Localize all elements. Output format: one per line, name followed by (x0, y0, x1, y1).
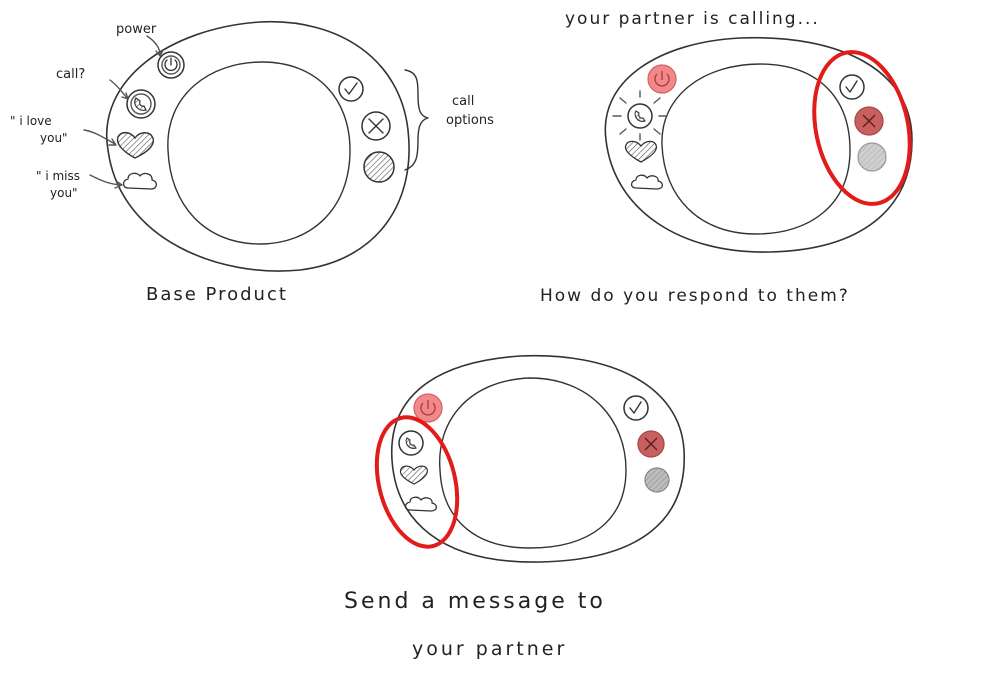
message-device-screen (439, 377, 627, 549)
label-call-options-line2: options (446, 113, 494, 128)
calling-miss-button[interactable] (630, 174, 664, 190)
calling-decline-button[interactable] (854, 106, 884, 136)
miss-button[interactable] (122, 172, 158, 190)
label-call: call? (56, 67, 85, 82)
label-love-line2: you" (40, 131, 68, 145)
base-product-caption: Base Product (146, 284, 288, 305)
label-power: power (116, 22, 157, 37)
accept-button[interactable] (338, 76, 364, 102)
decline-button[interactable] (361, 111, 391, 141)
cloud-icon (404, 496, 438, 512)
message-panel: Send a message to your partner (344, 354, 685, 660)
call-button[interactable] (126, 89, 156, 119)
arrow-love (83, 129, 117, 146)
message-miss-button[interactable] (404, 496, 438, 512)
label-miss-line1: " i miss (36, 169, 80, 183)
label-love-line1: " i love (10, 114, 52, 128)
ringing-lines-icon (612, 90, 668, 141)
label-call-options-line1: call (452, 94, 474, 109)
message-decline-button[interactable] (637, 430, 665, 458)
message-caption-line2: your partner (412, 638, 567, 660)
message-accept-button[interactable] (623, 395, 649, 421)
power-button[interactable] (157, 51, 185, 79)
cloud-icon (122, 172, 158, 190)
love-button[interactable] (116, 131, 155, 159)
calling-love-button[interactable] (624, 140, 658, 163)
calling-accept-button[interactable] (839, 74, 865, 100)
message-love-button[interactable] (399, 465, 429, 485)
cloud-icon (630, 174, 664, 190)
gray-option-button[interactable] (363, 151, 395, 183)
label-miss-line2: you" (50, 186, 78, 200)
calling-caption: How do you respond to them? (540, 286, 850, 306)
message-device-outer-ring (391, 354, 685, 563)
heart-icon (399, 465, 429, 485)
base-product-panel: power call? " i love you" " i miss you" … (10, 21, 494, 305)
base-device-screen (167, 61, 351, 245)
message-caption-line1: Send a message to (344, 589, 606, 614)
arrow-miss (89, 174, 123, 189)
sketch-canvas: power call? " i love you" " i miss you" … (10, 9, 913, 660)
calling-panel: your partner is calling... How do you re… (540, 9, 913, 306)
message-call-button[interactable] (398, 430, 424, 456)
message-gray-button[interactable] (644, 467, 670, 493)
arrow-power (146, 35, 164, 57)
calling-header: your partner is calling... (565, 9, 820, 29)
heart-icon (624, 140, 658, 163)
calling-power-button[interactable] (647, 64, 677, 94)
heart-icon (116, 131, 155, 159)
calling-call-button[interactable] (612, 90, 668, 141)
calling-gray-button[interactable] (857, 142, 887, 172)
